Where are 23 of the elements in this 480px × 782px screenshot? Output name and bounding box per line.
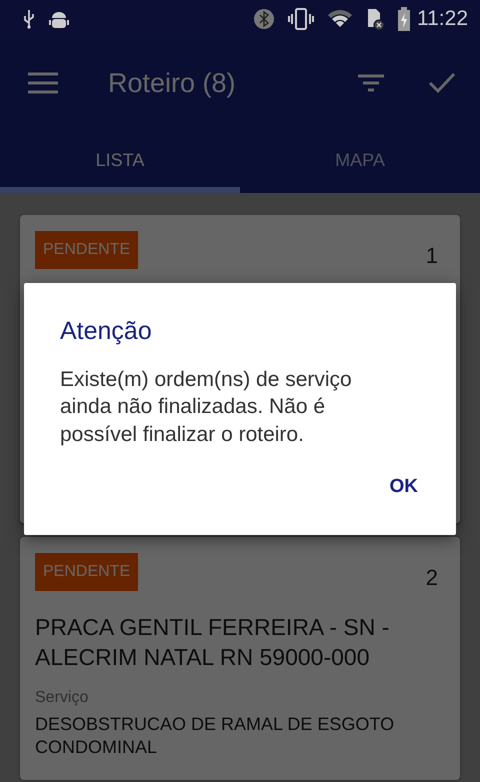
bug-icon bbox=[48, 9, 70, 29]
tab[interactable]: LISTA bbox=[0, 128, 240, 193]
menu-icon[interactable] bbox=[28, 72, 58, 94]
status-badge: PENDENTE bbox=[35, 231, 138, 269]
tab[interactable]: MAPA bbox=[240, 128, 480, 193]
wifi-icon bbox=[327, 9, 353, 29]
usb-icon bbox=[22, 9, 36, 29]
dialog-title: Atenção bbox=[60, 317, 153, 346]
order-number: 1 bbox=[426, 242, 438, 269]
filter-icon[interactable] bbox=[358, 74, 384, 92]
bluetooth-icon bbox=[253, 8, 275, 30]
toolbar-title: Roteiro (8) bbox=[108, 68, 236, 98]
order-address: PRACA GENTIL FERREIRA - SN - ALECRIM NATAL RN 59000-000 bbox=[35, 613, 390, 672]
check-icon[interactable] bbox=[428, 72, 456, 94]
status-time: 11:22 bbox=[417, 7, 468, 31]
ok-button[interactable]: OK bbox=[374, 468, 434, 506]
status-badge: PENDENTE bbox=[35, 553, 138, 591]
dialog-message: Existe(m) ordem(ns) de serviço ainda não finalizadas. Não é possível finalizar o roteiro. bbox=[60, 367, 353, 448]
order-number: 2 bbox=[426, 564, 438, 591]
service-value: DESOBSTRUCAO DE RAMAL DE ESGOTO CONDOMINAL bbox=[35, 712, 396, 760]
vibrate-icon bbox=[287, 8, 315, 30]
sd-card-icon bbox=[365, 8, 385, 30]
battery-icon bbox=[397, 7, 411, 31]
